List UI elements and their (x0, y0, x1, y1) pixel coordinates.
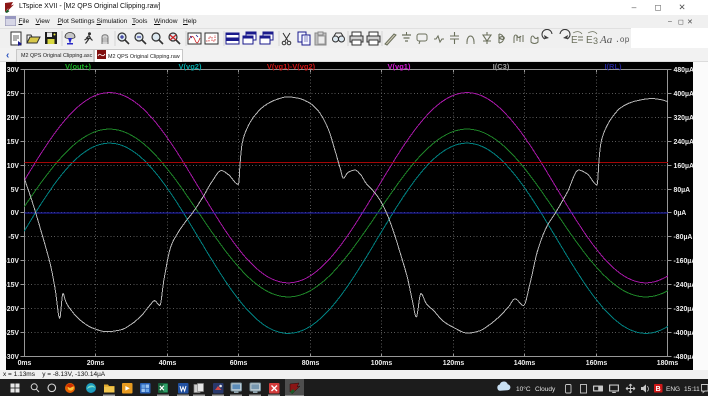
svg-text:15V: 15V (7, 139, 20, 146)
svg-text:15:11: 15:11 (684, 386, 700, 393)
svg-text:-15V: -15V (6, 282, 19, 289)
svg-text:480µA: 480µA (674, 67, 694, 74)
svg-text:V(vg1)-V(vg2): V(vg1)-V(vg2) (267, 62, 316, 71)
svg-text:100ms: 100ms (371, 360, 393, 367)
svg-text:80µA: 80µA (674, 187, 691, 194)
svg-text:30V: 30V (7, 67, 20, 74)
svg-text:5V: 5V (11, 187, 20, 194)
svg-text:Aa: Aa (599, 34, 613, 46)
svg-text:-400µA: -400µA (674, 330, 694, 337)
svg-text:140ms: 140ms (514, 360, 536, 367)
svg-text:ENG: ENG (666, 386, 680, 393)
svg-text:.op: .op (615, 36, 630, 45)
svg-text:20V: 20V (7, 115, 20, 122)
svg-text:40ms: 40ms (159, 360, 177, 367)
svg-text:160µA: 160µA (674, 163, 694, 170)
svg-text:60ms: 60ms (230, 360, 248, 367)
svg-text:0ms: 0ms (18, 360, 32, 367)
svg-text:20ms: 20ms (87, 360, 105, 367)
svg-text:-240µA: -240µA (674, 282, 694, 289)
svg-text:-320µA: -320µA (674, 306, 694, 313)
svg-text:-25V: -25V (6, 330, 19, 337)
svg-text:V(vg1): V(vg1) (388, 62, 411, 71)
svg-text:E: E (586, 35, 593, 46)
svg-text:3: 3 (593, 36, 598, 46)
svg-text:V(vg2): V(vg2) (179, 62, 202, 71)
svg-text:0µA: 0µA (674, 210, 687, 217)
svg-text:400µA: 400µA (674, 91, 694, 98)
svg-text:80ms: 80ms (302, 360, 320, 367)
svg-text:I(C3): I(C3) (493, 62, 510, 71)
svg-text:-80µA: -80µA (674, 234, 693, 241)
svg-text:180ms: 180ms (657, 360, 679, 367)
svg-text:10°C: 10°C (516, 385, 531, 393)
svg-text:-5V: -5V (8, 234, 19, 241)
svg-text:25V: 25V (7, 91, 20, 98)
svg-text:120ms: 120ms (443, 360, 465, 367)
svg-text:240µA: 240µA (674, 139, 694, 146)
svg-text:E: E (571, 35, 578, 46)
svg-text:-10V: -10V (6, 258, 19, 265)
svg-text:Cloudy: Cloudy (535, 386, 556, 393)
svg-text:I(RL): I(RL) (604, 62, 622, 71)
svg-text:320µA: 320µA (674, 115, 694, 122)
svg-text:B: B (656, 386, 661, 393)
svg-text:-20V: -20V (6, 306, 19, 313)
svg-text:160ms: 160ms (586, 360, 608, 367)
svg-text:-160µA: -160µA (674, 258, 694, 265)
svg-text:V(out+): V(out+) (65, 62, 92, 71)
svg-text:10V: 10V (7, 163, 20, 170)
svg-text:0V: 0V (11, 210, 20, 217)
